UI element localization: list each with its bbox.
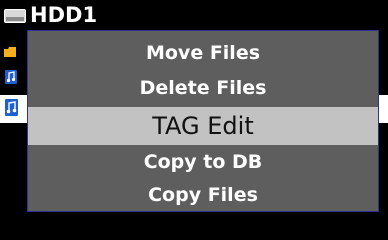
context-menu: Move Files Delete Files TAG Edit Copy to…: [27, 30, 379, 212]
title-bar: HDD1: [0, 0, 388, 30]
hdd-icon: [4, 9, 26, 23]
menu-item-copy-to-db[interactable]: Copy to DB: [28, 146, 378, 178]
menu-item-tag-edit[interactable]: TAG Edit: [28, 107, 378, 145]
menu-item-copy-files[interactable]: Copy Files: [28, 179, 378, 211]
menu-item-move-files[interactable]: Move Files: [28, 37, 378, 69]
music-file-icon: [5, 99, 18, 116]
folder-icon: [4, 47, 16, 57]
music-file-icon: [5, 70, 17, 84]
page-title: HDD1: [30, 3, 98, 27]
menu-item-delete-files[interactable]: Delete Files: [28, 72, 378, 104]
